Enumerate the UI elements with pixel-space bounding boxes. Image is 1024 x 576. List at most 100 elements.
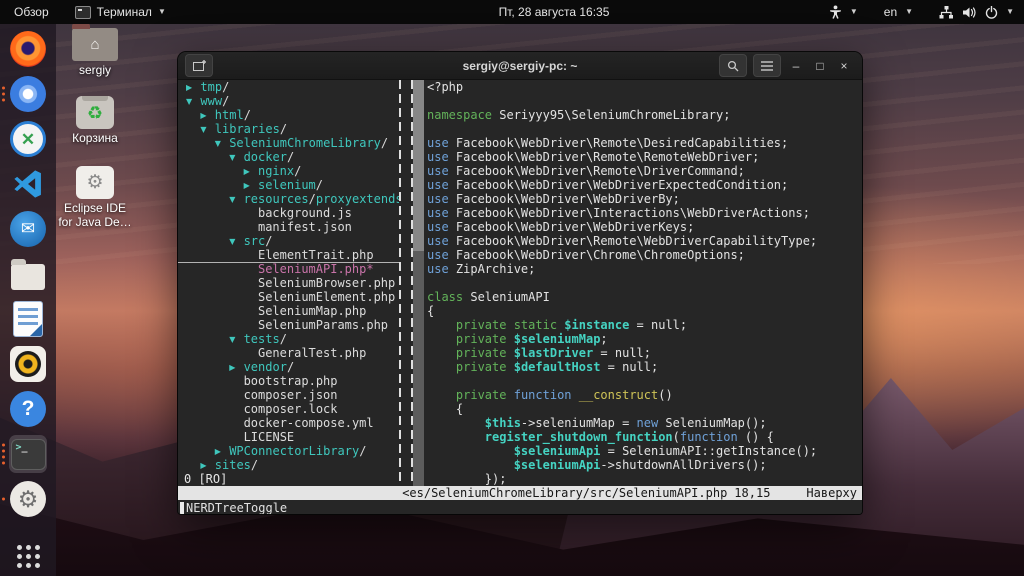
- tree-item[interactable]: ▶sites/: [178, 458, 399, 472]
- keyboard-layout-indicator[interactable]: en: [884, 5, 897, 19]
- tree-item[interactable]: ▶selenium/: [178, 178, 399, 192]
- split-gap: [401, 80, 411, 486]
- tree-item[interactable]: docker-compose.yml: [178, 416, 399, 430]
- chevron-down-icon[interactable]: ▼: [215, 137, 229, 151]
- chevron-right-icon[interactable]: ▶: [215, 445, 229, 459]
- libreoffice-writer-dock-icon[interactable]: [9, 300, 47, 338]
- network-icon[interactable]: [939, 6, 954, 19]
- vim-statusline: <es/SeleniumChromeLibrary/src/SeleniumAP…: [178, 486, 862, 500]
- chevron-right-icon[interactable]: ▶: [244, 165, 258, 179]
- home-folder-icon: ⌂: [72, 28, 118, 61]
- code-line: use Facebook\WebDriver\Remote\DesiredCap…: [427, 136, 862, 150]
- tree-item[interactable]: ▼libraries/: [178, 122, 399, 136]
- code-line: use Facebook\WebDriver\Remote\WebDriverC…: [427, 234, 862, 248]
- chevron-down-icon[interactable]: ▼: [850, 8, 858, 16]
- settings-dock-icon[interactable]: ⚙: [9, 480, 47, 518]
- clock[interactable]: Пт, 28 августа 16:35: [499, 5, 610, 19]
- desktop-icon-trash[interactable]: ♻ Корзина: [58, 96, 132, 146]
- chevron-right-icon[interactable]: ▶: [244, 179, 258, 193]
- scrollbar[interactable]: [413, 80, 424, 486]
- tree-item[interactable]: ▶html/: [178, 108, 399, 122]
- code-line: [427, 122, 862, 136]
- show-applications-button[interactable]: [17, 545, 40, 568]
- tree-item[interactable]: ▶vendor/: [178, 360, 399, 374]
- tree-item[interactable]: SeleniumBrowser.php: [178, 276, 399, 290]
- code-line: use Facebook\WebDriver\Chrome\ChromeOpti…: [427, 248, 862, 262]
- desktop-icon-sergiy[interactable]: ⌂ sergiy: [58, 28, 132, 78]
- tree-item[interactable]: ▶nginx/: [178, 164, 399, 178]
- tree-item[interactable]: bootstrap.php: [178, 374, 399, 388]
- firefox-dock-icon[interactable]: [9, 30, 47, 68]
- chevron-down-icon[interactable]: ▼: [186, 95, 200, 109]
- chevron-right-icon[interactable]: ▶: [200, 459, 214, 473]
- tree-item[interactable]: ▼docker/: [178, 150, 399, 164]
- terminal-dock-icon[interactable]: >_: [9, 435, 47, 473]
- chevron-down-icon[interactable]: ▼: [905, 8, 913, 16]
- tree-item[interactable]: ▶WPConnectorLibrary/: [178, 444, 399, 458]
- thunderbird-dock-icon[interactable]: ✉: [9, 210, 47, 248]
- scrollbar-thumb[interactable]: [413, 80, 424, 251]
- tree-item[interactable]: ▼src/: [178, 234, 399, 248]
- chevron-down-icon[interactable]: ▼: [229, 333, 243, 347]
- minimize-button[interactable]: –: [787, 59, 805, 73]
- code-line: register_shutdown_function(function () {: [427, 430, 862, 444]
- nerdtree-pane[interactable]: ▶tmp/▼www/▶html/▼libraries/▼SeleniumChro…: [178, 80, 399, 486]
- tree-item[interactable]: GeneralTest.php: [178, 346, 399, 360]
- system-menu-caret-icon[interactable]: ▼: [1006, 8, 1014, 16]
- code-lines: <?phpnamespace Seriyyy95\SeleniumChromeL…: [427, 80, 862, 486]
- code-line: use Facebook\WebDriver\WebDriverExpected…: [427, 178, 862, 192]
- desktop-icon-label: Eclipse IDE for Java De…: [58, 202, 131, 230]
- rhythmbox-dock-icon[interactable]: [9, 345, 47, 383]
- dock: ✕ ✉ ? >_ ⚙: [0, 24, 56, 576]
- code-line: use Facebook\WebDriver\Remote\DriverComm…: [427, 164, 862, 178]
- tree-item[interactable]: ▼SeleniumChromeLibrary/: [178, 136, 399, 150]
- tree-item[interactable]: SeleniumAPI.php*: [178, 262, 399, 276]
- search-button[interactable]: [719, 54, 747, 77]
- tree-item[interactable]: SeleniumParams.php: [178, 318, 399, 332]
- hamburger-menu-button[interactable]: [753, 54, 781, 77]
- volume-icon[interactable]: [962, 6, 977, 19]
- accessibility-icon[interactable]: [829, 5, 842, 19]
- desktop-icon-label: Корзина: [72, 132, 118, 146]
- tree-item[interactable]: ▼resources/proxyextends: [178, 192, 399, 206]
- tree-item[interactable]: composer.json: [178, 388, 399, 402]
- close-button[interactable]: ×: [835, 59, 853, 73]
- maximize-button[interactable]: □: [811, 59, 829, 73]
- chevron-right-icon[interactable]: ▶: [200, 109, 214, 123]
- app-menu-terminal[interactable]: Терминал ▼: [75, 5, 166, 19]
- tree-item[interactable]: background.js: [178, 206, 399, 220]
- code-line: {: [427, 402, 862, 416]
- code-pane[interactable]: <?phpnamespace Seriyyy95\SeleniumChromeL…: [424, 80, 862, 486]
- top-bar: Обзор Терминал ▼ Пт, 28 августа 16:35 ▼ …: [0, 0, 1024, 24]
- tree-item[interactable]: manifest.json: [178, 220, 399, 234]
- chevron-down-icon[interactable]: ▼: [229, 193, 243, 207]
- help-dock-icon[interactable]: ?: [9, 390, 47, 428]
- chevron-down-icon[interactable]: ▼: [229, 151, 243, 165]
- power-icon[interactable]: [985, 6, 998, 19]
- vscode-dock-icon[interactable]: [9, 165, 47, 203]
- tree-item[interactable]: composer.lock: [178, 402, 399, 416]
- running-indicator: [2, 498, 5, 501]
- tree-item[interactable]: ▼tests/: [178, 332, 399, 346]
- chevron-right-icon[interactable]: ▶: [186, 81, 200, 95]
- command-text: NERDTreeToggle: [186, 501, 287, 515]
- chevron-right-icon[interactable]: ▶: [229, 361, 243, 375]
- tree-item[interactable]: SeleniumMap.php: [178, 304, 399, 318]
- files-dock-icon[interactable]: [9, 255, 47, 293]
- tree-item[interactable]: ElementTrait.php: [178, 248, 399, 262]
- tree-item[interactable]: LICENSE: [178, 430, 399, 444]
- running-indicator: [2, 87, 5, 102]
- new-tab-button[interactable]: [185, 54, 213, 77]
- x-app-dock-icon[interactable]: ✕: [9, 120, 47, 158]
- code-line: namespace Seriyyy95\SeleniumChromeLibrar…: [427, 108, 862, 122]
- desktop-icon-eclipse[interactable]: ⚙ Eclipse IDE for Java De…: [58, 166, 132, 230]
- chevron-down-icon[interactable]: ▼: [200, 123, 214, 137]
- tree-item[interactable]: ▼www/: [178, 94, 399, 108]
- chevron-down-icon[interactable]: ▼: [229, 235, 243, 249]
- activities-button[interactable]: Обзор: [14, 5, 49, 19]
- code-line: $seleniumApi = SeleniumAPI::getInstance(…: [427, 444, 862, 458]
- chromium-dock-icon[interactable]: [9, 75, 47, 113]
- tree-item[interactable]: SeleniumElement.php: [178, 290, 399, 304]
- window-titlebar[interactable]: sergiy@sergiy-pc: ~ – □ ×: [178, 52, 862, 80]
- tree-item[interactable]: ▶tmp/: [178, 80, 399, 94]
